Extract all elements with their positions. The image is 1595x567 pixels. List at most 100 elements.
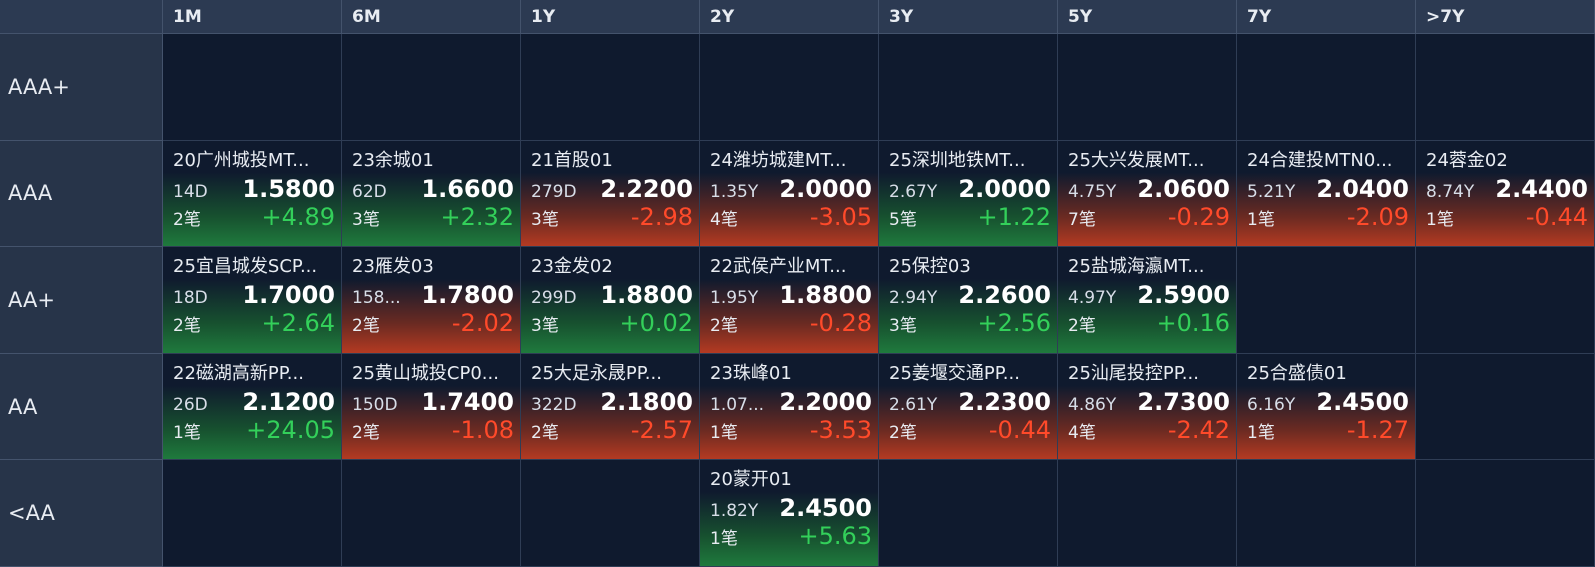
bond-count-change-row: 1笔 -3.53: [710, 416, 872, 444]
bond-card[interactable]: 23雁发03 158... 1.7800 2笔 -2.02: [342, 247, 520, 353]
bond-name: 20蒙开01: [710, 469, 792, 491]
column-header-tenor[interactable]: 2Y: [700, 0, 879, 34]
bond-remaining-term: 1.07...: [710, 394, 765, 415]
matrix-cell: [163, 460, 342, 567]
bond-card[interactable]: 23金发02 299D 1.8800 3笔 +0.02: [521, 247, 699, 353]
bond-name: 25黄山城投CP0...: [352, 362, 499, 384]
bond-yield: 2.2600: [958, 281, 1051, 310]
bond-card[interactable]: 25深圳地铁MT... 2.67Y 2.0000 5笔 +1.22: [879, 140, 1057, 247]
column-header-tenor[interactable]: 6M: [342, 0, 521, 34]
bond-yield-change: -2.57: [630, 415, 693, 444]
bond-card[interactable]: 24合建投MTN0... 5.21Y 2.0400 1笔 -2.09: [1237, 140, 1415, 247]
bond-yield-change: -1.27: [1346, 415, 1409, 444]
matrix-cell: [1416, 34, 1595, 141]
bond-remaining-term: 18D: [173, 288, 208, 309]
matrix-cell: 23雁发03 158... 1.7800 2笔 -2.02: [342, 247, 521, 354]
bond-card[interactable]: 21首股01 279D 2.2200 3笔 -2.98: [521, 140, 699, 247]
matrix-cell: [342, 34, 521, 141]
bond-name: 24合建投MTN0...: [1247, 149, 1393, 171]
bond-trade-count: 1笔: [1426, 209, 1454, 230]
bond-card[interactable]: 25大足永晟PP... 322D 2.1800 2笔 -2.57: [521, 353, 699, 460]
bond-count-change-row: 3笔 +2.32: [352, 203, 514, 231]
bond-yield-change: -3.53: [809, 415, 872, 444]
matrix-cell: 25宜昌城发SCP... 18D 1.7000 2笔 +2.64: [163, 247, 342, 354]
bond-card[interactable]: 25姜堰交通PP... 2.61Y 2.2300 2笔 -0.44: [879, 353, 1057, 460]
matrix-cell: 23金发02 299D 1.8800 3笔 +0.02: [521, 247, 700, 354]
column-header-tenor[interactable]: 1Y: [521, 0, 700, 34]
bond-term-yield-row: 279D 2.2200: [531, 175, 693, 203]
bond-yield: 2.4500: [1316, 387, 1409, 416]
bond-count-change-row: 5笔 +1.22: [889, 203, 1051, 231]
bond-yield-change: -1.08: [451, 415, 514, 444]
bond-remaining-term: 62D: [352, 181, 387, 202]
bond-card[interactable]: 22武侯产业MT... 1.95Y 1.8800 2笔 -0.28: [700, 247, 878, 353]
matrix-cell: 25合盛债01 6.16Y 2.4500 1笔 -1.27: [1237, 353, 1416, 461]
bond-term-yield-row: 2.61Y 2.2300: [889, 388, 1051, 416]
bond-yield: 1.5800: [242, 174, 335, 203]
bond-yield-change: +5.63: [798, 522, 872, 551]
bond-card[interactable]: 24潍坊城建MT... 1.35Y 2.0000 4笔 -3.05: [700, 140, 878, 247]
bond-card[interactable]: 25保控03 2.94Y 2.2600 3笔 +2.56: [879, 247, 1057, 353]
bond-term-yield-row: 8.74Y 2.4400: [1426, 175, 1588, 203]
bond-card[interactable]: 25大兴发展MT... 4.75Y 2.0600 7笔 -0.29: [1058, 140, 1236, 247]
bond-count-change-row: 2笔 -0.44: [889, 416, 1051, 444]
bond-yield-change: -0.44: [1525, 202, 1588, 231]
bond-trade-count: 2笔: [1068, 316, 1096, 337]
matrix-cell: 22磁湖高新PP... 26D 2.1200 1笔 +24.05: [163, 353, 342, 461]
bond-count-change-row: 2笔 -0.28: [710, 309, 872, 337]
matrix-cell: 22武侯产业MT... 1.95Y 1.8800 2笔 -0.28: [700, 247, 879, 354]
matrix-cell: [879, 34, 1058, 141]
column-header-tenor[interactable]: 5Y: [1058, 0, 1237, 34]
bond-yield-change: +0.16: [1156, 309, 1230, 338]
matrix-corner: [0, 0, 163, 34]
bond-trade-count: 3笔: [531, 209, 559, 230]
bond-term-yield-row: 1.82Y 2.4500: [710, 494, 872, 522]
column-header-tenor[interactable]: >7Y: [1416, 0, 1595, 34]
bond-card[interactable]: 20蒙开01 1.82Y 2.4500 1笔 +5.63: [700, 460, 878, 566]
matrix-cell: [1237, 247, 1416, 354]
bond-yield-change: -0.28: [809, 309, 872, 338]
bond-yield: 2.1200: [242, 387, 335, 416]
matrix-cell: [700, 34, 879, 141]
bond-card[interactable]: 24蓉金02 8.74Y 2.4400 1笔 -0.44: [1416, 140, 1594, 247]
column-header-tenor[interactable]: 3Y: [879, 0, 1058, 34]
bond-card[interactable]: 20广州城投MT... 14D 1.5800 2笔 +4.89: [163, 140, 341, 247]
bond-yield: 2.0600: [1137, 174, 1230, 203]
bond-remaining-term: 2.67Y: [889, 181, 938, 202]
matrix-cell: [1237, 34, 1416, 141]
bond-yield: 2.1800: [600, 387, 693, 416]
bond-yield-change: -2.09: [1346, 202, 1409, 231]
bond-name: 25大足永晟PP...: [531, 362, 662, 384]
bond-count-change-row: 2笔 +4.89: [173, 203, 335, 231]
bond-trade-count: 1笔: [1247, 422, 1275, 443]
bond-remaining-term: 1.82Y: [710, 501, 759, 522]
bond-count-change-row: 2笔 -1.08: [352, 416, 514, 444]
matrix-cell: 21首股01 279D 2.2200 3笔 -2.98: [521, 140, 700, 248]
bond-card[interactable]: 23余城01 62D 1.6600 3笔 +2.32: [342, 140, 520, 247]
bond-card[interactable]: 25合盛债01 6.16Y 2.4500 1笔 -1.27: [1237, 353, 1415, 460]
bond-trade-count: 3笔: [889, 316, 917, 337]
bond-remaining-term: 2.61Y: [889, 394, 938, 415]
bond-remaining-term: 8.74Y: [1426, 181, 1475, 202]
bond-name: 23金发02: [531, 256, 613, 278]
bond-remaining-term: 1.95Y: [710, 288, 759, 309]
bond-card[interactable]: 23珠峰01 1.07... 2.2000 1笔 -3.53: [700, 353, 878, 460]
bond-yield-change: -2.02: [451, 309, 514, 338]
bond-remaining-term: 1.35Y: [710, 181, 759, 202]
bond-trade-count: 4笔: [1068, 422, 1096, 443]
bond-yield-change: -3.05: [809, 202, 872, 231]
column-header-tenor[interactable]: 1M: [163, 0, 342, 34]
bond-card[interactable]: 25宜昌城发SCP... 18D 1.7000 2笔 +2.64: [163, 247, 341, 353]
bond-remaining-term: 26D: [173, 394, 208, 415]
bond-count-change-row: 2笔 +0.16: [1068, 309, 1230, 337]
column-header-tenor[interactable]: 7Y: [1237, 0, 1416, 34]
bond-trade-count: 2笔: [352, 422, 380, 443]
bond-card[interactable]: 25盐城海瀛MT... 4.97Y 2.5900 2笔 +0.16: [1058, 247, 1236, 353]
matrix-cell: 25汕尾投控PP... 4.86Y 2.7300 4笔 -2.42: [1058, 353, 1237, 461]
row-label-rating: AA: [0, 353, 163, 461]
bond-card[interactable]: 25汕尾投控PP... 4.86Y 2.7300 4笔 -2.42: [1058, 353, 1236, 460]
bond-name: 23珠峰01: [710, 362, 792, 384]
bond-yield: 1.8800: [779, 281, 872, 310]
bond-card[interactable]: 22磁湖高新PP... 26D 2.1200 1笔 +24.05: [163, 353, 341, 460]
bond-card[interactable]: 25黄山城投CP0... 150D 1.7400 2笔 -1.08: [342, 353, 520, 460]
